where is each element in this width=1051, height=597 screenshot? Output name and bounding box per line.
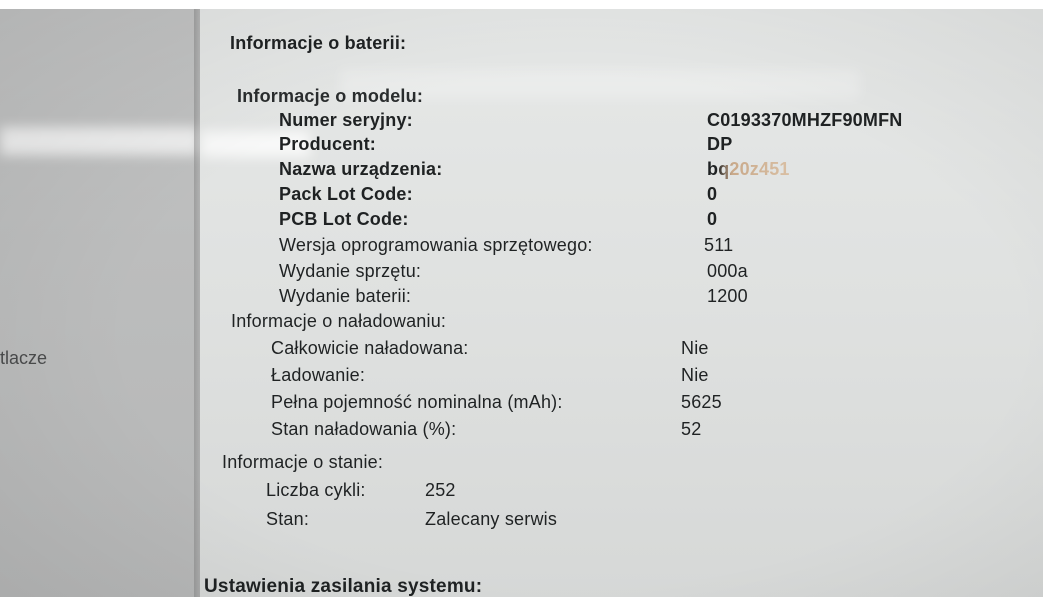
battery-info-pane: Informacje o baterii: Informacje o model… (200, 9, 1043, 597)
serial-number-value: C0193370MHZF90MFN (707, 110, 903, 130)
condition-label: Stan: (266, 509, 310, 529)
full-charge-capacity-value: 5625 (681, 392, 722, 412)
state-of-charge-value: 52 (681, 419, 702, 439)
model-info-heading: Informacje o modelu: (237, 86, 424, 106)
system-information-window: tlacze Informacje o baterii: Informacje … (0, 9, 1043, 597)
sidebar-item-partial[interactable]: tlacze (0, 348, 47, 369)
photo-frame: tlacze Informacje o baterii: Informacje … (0, 0, 1051, 597)
pack-lot-code-label: Pack Lot Code: (279, 184, 413, 204)
firmware-version-label: Wersja oprogramowania sprzętowego: (279, 235, 593, 255)
charging-value: Nie (681, 365, 709, 385)
device-name-value: bq20z451 (707, 159, 790, 179)
battery-revision-value: 1200 (707, 286, 748, 306)
charging-label: Ładowanie: (271, 365, 366, 385)
pcb-lot-code-label: PCB Lot Code: (279, 209, 409, 229)
fully-charged-value: Nie (681, 338, 709, 358)
pack-lot-code-value: 0 (707, 184, 718, 204)
health-info-heading: Informacje o stanie: (222, 452, 384, 472)
full-charge-capacity-label: Pełna pojemność nominalna (mAh): (271, 392, 563, 412)
state-of-charge-label: Stan naładowania (%): (271, 419, 457, 439)
charge-info-heading: Informacje o naładowaniu: (231, 311, 447, 331)
sidebar: tlacze (0, 9, 200, 597)
battery-revision-label: Wydanie baterii: (279, 286, 412, 306)
condition-value: Zalecany serwis (425, 509, 558, 529)
hardware-revision-label: Wydanie sprzętu: (279, 261, 422, 281)
manufacturer-label: Producent: (279, 134, 377, 154)
device-name-label: Nazwa urządzenia: (279, 159, 443, 179)
manufacturer-value: DP (707, 134, 733, 154)
pcb-lot-code-value: 0 (707, 209, 718, 229)
power-settings-title: Ustawienia zasilania systemu: (204, 576, 483, 597)
battery-section-title: Informacje o baterii: (230, 33, 407, 53)
firmware-version-value: 511 (704, 235, 734, 255)
cycle-count-value: 252 (425, 480, 456, 500)
fully-charged-label: Całkowicie naładowana: (271, 338, 469, 358)
serial-number-label: Numer seryjny: (279, 110, 413, 130)
hardware-revision-value: 000a (707, 261, 748, 281)
cycle-count-label: Liczba cykli: (266, 480, 366, 500)
